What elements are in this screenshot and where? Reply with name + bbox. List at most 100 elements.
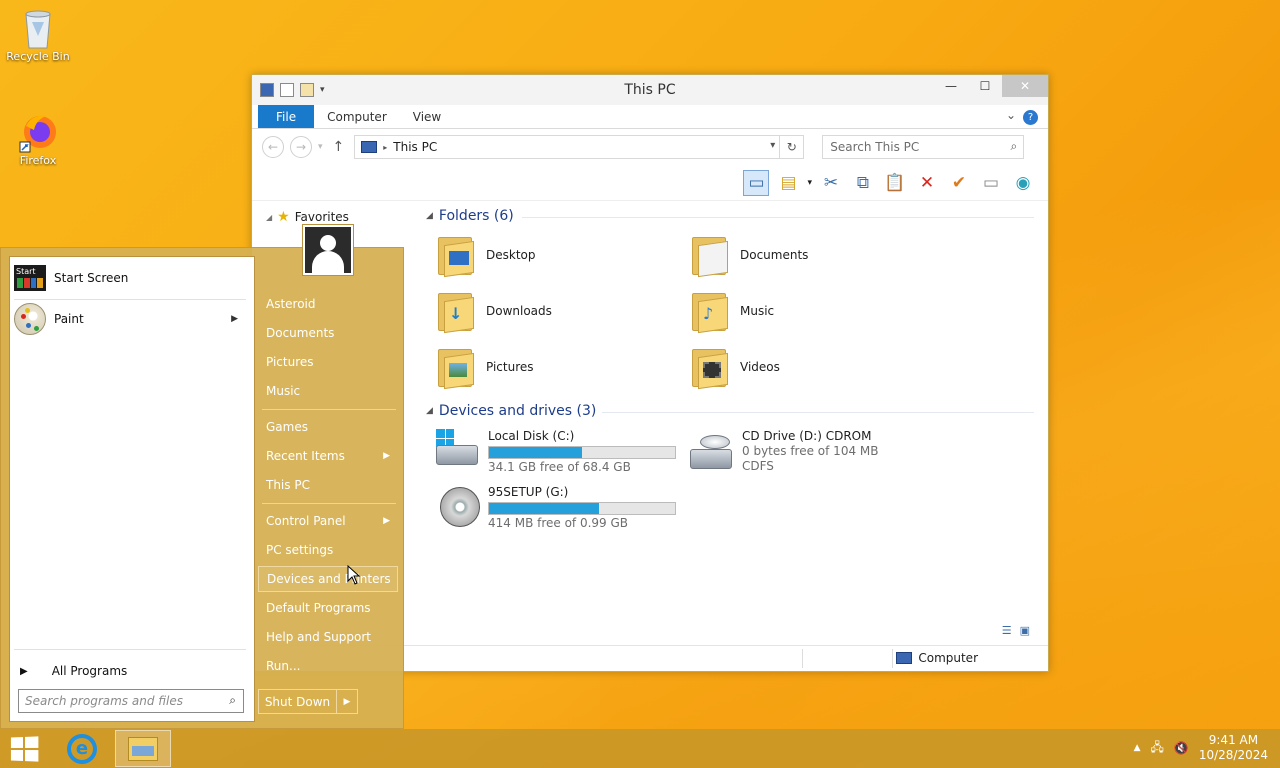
folder-name: Downloads — [486, 304, 552, 318]
folder-name: Pictures — [486, 360, 534, 374]
folder-music[interactable]: ♪ Music — [690, 289, 774, 334]
folder-downloads[interactable]: ↓ Downloads — [436, 289, 552, 334]
cut-icon[interactable]: ✂ — [818, 170, 844, 196]
desktop-icon-label: Recycle Bin — [6, 50, 70, 63]
expand-ribbon-icon[interactable]: ⌄ — [1006, 108, 1016, 122]
folder-desktop[interactable]: Desktop — [436, 233, 536, 278]
checkmark-icon[interactable]: ✔ — [946, 170, 972, 196]
nav-favorites[interactable]: ◢ ★ Favorites — [266, 209, 349, 225]
help-icon[interactable]: ? — [1023, 110, 1038, 125]
start-link-help-and-support[interactable]: Help and Support — [258, 624, 398, 650]
back-button[interactable]: ← — [262, 136, 284, 158]
clock-date: 10/28/2024 — [1198, 748, 1268, 762]
drive-filesystem: CDFS — [742, 459, 774, 473]
close-button[interactable]: ✕ — [1002, 75, 1048, 97]
submenu-arrow-icon: ▶ — [383, 451, 390, 461]
breadcrumb-chevron-icon[interactable]: ▸ — [383, 143, 387, 152]
large-icons-view-icon[interactable]: ▣ — [1020, 624, 1030, 637]
recent-locations-icon[interactable]: ▾ — [318, 142, 323, 152]
start-link-recent-items[interactable]: Recent Items ▶ — [258, 443, 398, 469]
show-hidden-icons-icon[interactable]: ▲ — [1134, 743, 1141, 753]
start-search-placeholder: Search programs and files — [25, 694, 183, 708]
desktop-folder-icon — [436, 233, 476, 278]
start-link-control-panel[interactable]: Control Panel ▶ — [258, 508, 398, 534]
start-link-games[interactable]: Games — [258, 414, 398, 440]
start-link-pc-settings[interactable]: PC settings — [258, 537, 398, 563]
folder-options-icon[interactable]: ▤ — [775, 170, 801, 196]
start-item-paint[interactable]: Paint ▶ — [14, 302, 248, 336]
folder-name: Desktop — [486, 248, 536, 262]
address-dropdown-icon[interactable]: ▾ — [770, 140, 775, 151]
maximize-button[interactable]: ☐ — [968, 75, 1002, 97]
preview-pane-icon[interactable]: ▭ — [743, 170, 770, 196]
paint-icon — [14, 303, 46, 335]
paste-icon[interactable]: 📋 — [882, 170, 908, 196]
start-link-this-pc[interactable]: This PC — [258, 472, 398, 498]
all-programs-arrow-icon: ▶ — [20, 665, 28, 677]
clock[interactable]: 9:41 AM 10/28/2024 — [1199, 733, 1268, 763]
user-account-picture[interactable] — [302, 224, 354, 276]
collapse-group-icon[interactable]: ◢ — [426, 406, 433, 416]
address-bar[interactable]: ▸ This PC ▾ ↻ — [354, 135, 805, 159]
setup-disc-icon — [434, 485, 480, 529]
all-programs-button[interactable]: ▶ All Programs — [14, 654, 248, 688]
start-item-start-screen[interactable]: Start Start Screen — [14, 261, 248, 295]
desktop-icon-firefox[interactable]: Firefox — [0, 112, 76, 167]
start-link-documents[interactable]: Documents — [258, 320, 398, 346]
folder-pictures[interactable]: Pictures — [436, 345, 534, 390]
address-row: ← → ▾ ↑ ▸ This PC ▾ ↻ Search This PC ⌕ — [252, 129, 1048, 165]
tab-view[interactable]: View — [400, 105, 454, 128]
shutdown-button[interactable]: Shut Down — [259, 690, 337, 713]
local-disk-icon — [434, 429, 480, 473]
desktop-icon-recycle-bin[interactable]: Recycle Bin — [0, 8, 76, 63]
start-search-input[interactable]: Search programs and files ⌕ — [18, 689, 244, 713]
start-button[interactable] — [4, 730, 44, 767]
tab-computer[interactable]: Computer — [314, 105, 400, 128]
this-pc-icon — [361, 141, 378, 153]
drive-usage-bar — [488, 502, 676, 515]
drive-c[interactable]: Local Disk (C:) 34.1 GB free of 68.4 GB — [434, 429, 676, 475]
start-link-label: Recent Items — [266, 449, 345, 463]
refresh-icon[interactable]: ↻ — [779, 136, 803, 158]
window-title: This PC — [624, 82, 676, 98]
shutdown-options-arrow-icon[interactable]: ▶ — [337, 690, 357, 713]
network-icon[interactable]: ◉ — [1010, 170, 1036, 196]
start-link-default-programs[interactable]: Default Programs — [258, 595, 398, 621]
drive-d[interactable]: CD Drive (D:) CDROM 0 bytes free of 104 … — [688, 429, 878, 474]
collapse-icon[interactable]: ◢ — [266, 213, 272, 222]
start-link-asteroid[interactable]: Asteroid — [258, 291, 398, 317]
options-dropdown-icon[interactable]: ▾ — [807, 178, 812, 188]
ribbon-tabs: File Computer View ⌄ ? — [252, 105, 1048, 129]
start-tile-label: Start — [16, 267, 36, 276]
folders-group-header[interactable]: ◢ Folders (6) — [426, 208, 514, 224]
mouse-cursor-icon — [347, 565, 361, 585]
tab-file[interactable]: File — [258, 105, 315, 128]
recycle-bin-icon — [18, 8, 58, 49]
details-view-icon[interactable]: ☰ — [1002, 624, 1012, 637]
forward-button[interactable]: → — [290, 136, 312, 158]
folder-videos[interactable]: Videos — [690, 345, 780, 390]
minimize-button[interactable]: — — [934, 75, 968, 97]
start-link-music[interactable]: Music — [258, 378, 398, 404]
status-location: Computer — [918, 651, 978, 665]
folder-documents[interactable]: Documents — [690, 233, 808, 278]
search-input[interactable]: Search This PC ⌕ — [822, 135, 1025, 159]
title-bar[interactable]: ▾ This PC — ☐ ✕ — [252, 75, 1048, 105]
start-link-pictures[interactable]: Pictures — [258, 349, 398, 375]
rename-icon[interactable]: ▭ — [978, 170, 1004, 196]
start-link-devices-and-printers[interactable]: Devices and Printers — [258, 566, 398, 592]
up-button[interactable]: ↑ — [333, 139, 345, 155]
collapse-group-icon[interactable]: ◢ — [426, 211, 433, 221]
taskbar-internet-explorer[interactable]: e — [60, 730, 104, 767]
copy-icon[interactable]: ⧉ — [850, 170, 876, 196]
drive-name: CD Drive (D:) CDROM — [742, 429, 872, 443]
taskbar-file-explorer[interactable] — [115, 730, 171, 767]
volume-muted-icon[interactable]: 🔇 — [1174, 741, 1189, 755]
delete-icon[interactable]: ✕ — [914, 170, 940, 196]
start-link-label: Control Panel — [266, 514, 346, 528]
drive-free-space: 414 MB free of 0.99 GB — [488, 516, 629, 530]
drive-g[interactable]: 95SETUP (G:) 414 MB free of 0.99 GB — [434, 485, 676, 531]
network-status-icon[interactable]: 🖧 — [1150, 738, 1163, 759]
start-link-run[interactable]: Run... — [258, 653, 398, 679]
drives-group-header[interactable]: ◢ Devices and drives (3) — [426, 403, 596, 419]
